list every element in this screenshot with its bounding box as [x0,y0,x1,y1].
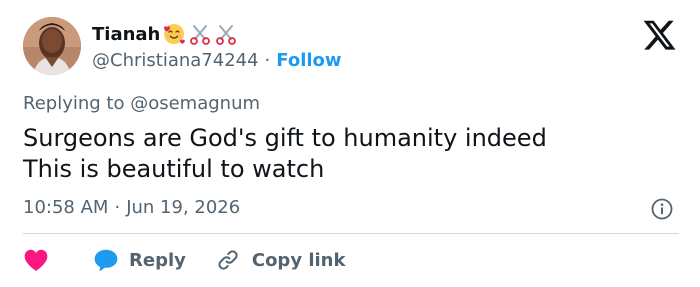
like-button[interactable] [23,248,49,272]
avatar-image [23,17,81,75]
timestamp-separator: · [114,197,121,218]
tweet-timestamp[interactable]: 10:58 AM · Jun 19, 2026 [23,197,240,218]
tweet-time[interactable]: 10:58 AM [23,197,108,218]
tweet-text: Surgeons are God's gift to humanity inde… [23,123,547,185]
scissors-icon [214,22,238,46]
replying-to: Replying to @osemagnum [23,93,260,114]
action-bar: Reply Copy link [23,246,345,274]
replying-prefix: Replying to [23,93,125,114]
tweet-text-line-2: This is beautiful to watch [23,155,325,183]
name-row: Tianah [92,21,238,47]
tweet-card: Tianah @Christiana74244 · Follow Replyin… [0,0,700,287]
x-logo-icon[interactable] [643,20,677,51]
link-icon [218,250,238,270]
copy-link-button[interactable]: Copy link [216,248,346,272]
reply-bubble-icon [94,249,118,272]
smiling-face-with-hearts-icon [162,22,186,46]
display-name[interactable]: Tianah [92,24,160,45]
follow-button[interactable]: Follow [276,50,341,71]
heart-icon [24,249,48,271]
reply-button[interactable]: Reply [93,248,186,272]
copy-link-label: Copy link [251,249,346,271]
avatar[interactable] [23,17,81,75]
divider [23,233,679,234]
reply-mention-link[interactable]: @osemagnum [130,93,260,114]
handle-separator: · [264,49,271,71]
handle-row: @Christiana74244 · Follow [92,48,342,72]
user-handle[interactable]: @Christiana74244 [92,50,259,71]
reply-label: Reply [129,249,186,271]
tweet-date[interactable]: Jun 19, 2026 [126,197,240,218]
tweet-text-line-1: Surgeons are God's gift to humanity inde… [23,124,547,152]
scissors-icon [188,22,212,46]
info-icon[interactable] [650,197,674,221]
